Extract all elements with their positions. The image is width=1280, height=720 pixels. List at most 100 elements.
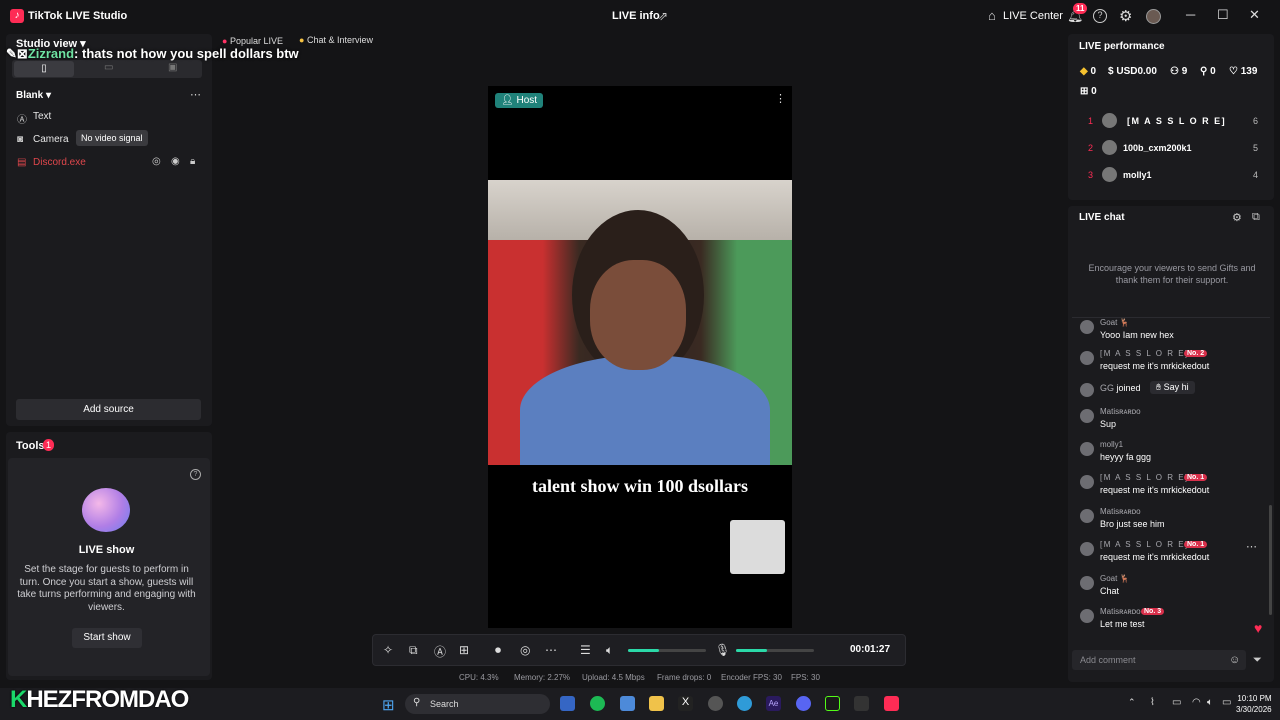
landscape-icon[interactable]: ▭ [104,62,113,73]
add-frame-icon[interactable]: ⊞ [459,643,469,657]
eye-icon[interactable]: ◉ [171,156,180,167]
gear-icon[interactable]: ⚙ [1119,7,1132,25]
diamond-icon: ◆ [1080,66,1088,77]
avatar[interactable] [1102,113,1117,128]
camera-icon: ◙ [17,134,24,145]
chevron-up-icon[interactable]: ⌃ [1128,697,1136,708]
windows-start-icon[interactable]: ⊞ [382,696,395,714]
more-icon[interactable]: ⋯ [1246,540,1257,553]
capcut-icon[interactable] [854,696,869,711]
source-camera[interactable]: Camera [33,134,69,145]
popout-icon[interactable]: ⧉ [1252,211,1260,224]
rank-name[interactable]: [M A S S L O R E] [1127,116,1226,126]
chat-message: request me it's mrkickedout [1100,485,1210,495]
live-center-button[interactable]: LIVE Center [1003,10,1063,22]
rank-name[interactable]: 100b_cxm200k1 [1123,143,1192,153]
chat-interview-pill[interactable]: ● Chat & Interview [299,35,373,45]
rank-name[interactable]: molly1 [1123,170,1152,180]
add-source-button[interactable]: Add source [16,399,201,420]
share-icon[interactable]: ⇗ [658,9,668,23]
after-effects-icon[interactable]: Ae [766,696,781,711]
app-icon[interactable] [560,696,575,711]
help-icon[interactable]: ? [190,469,201,480]
record-icon[interactable]: ⏺ [495,643,501,658]
taskbar-search[interactable] [405,694,550,714]
portrait-icon[interactable]: ▯ [14,61,74,77]
watermark-text: HEZFROMDAO [26,686,189,713]
filter-icon[interactable]: ⏷ [1253,654,1262,667]
github-icon[interactable] [708,696,723,711]
spotify-icon[interactable] [590,696,605,711]
crosshair-icon[interactable]: ◎ [152,156,161,167]
help-icon[interactable]: ? [1093,9,1107,23]
chat-username[interactable]: Goat 🦌 [1100,574,1130,583]
live-info-title[interactable]: LIVE info [612,10,660,22]
live-show-title: LIVE show [78,544,135,556]
diamonds-stat: ◆ 0 [1080,66,1096,77]
network-icon[interactable]: ⌇ [1150,697,1155,708]
chat-username[interactable]: GG [1100,383,1114,393]
say-hi-button[interactable]: ✋︎ Say hi [1150,381,1195,394]
chat-username[interactable]: molly1 [1100,440,1123,449]
avatar[interactable] [1080,509,1094,523]
chat-username[interactable]: [M A S S L O R E] [1100,540,1189,549]
dual-icon[interactable]: ▣ [168,62,177,73]
x-icon[interactable]: X [678,696,693,711]
lock-icon[interactable]: 🔒︎ [190,156,195,167]
avatar[interactable] [1146,9,1161,24]
avatar[interactable] [1080,351,1094,365]
target-icon[interactable]: ◎ [520,643,530,657]
avatar[interactable] [1080,409,1094,423]
scene-dropdown[interactable]: Blank ▾ [16,90,51,101]
start-show-button[interactable]: Start show [72,628,142,648]
discord-icon[interactable] [796,696,811,711]
avatar[interactable] [1080,542,1094,556]
chat-username[interactable]: [M A S S L O R E] [1100,473,1189,482]
volume-icon[interactable]: 🔈︎ [1207,697,1213,708]
host-label: Host [516,95,538,106]
avatar[interactable] [1080,320,1094,334]
chat-username[interactable]: Matisʀᴀʀᴅᴏ [1100,507,1141,516]
anime-sticker-image [730,520,785,574]
maximize-icon[interactable]: ☐ [1217,7,1229,23]
source-discord[interactable]: Discord.exe [33,157,86,168]
ai-icon[interactable]: Ⓐ [434,643,446,660]
close-icon[interactable]: ✕ [1249,7,1260,23]
avatar[interactable] [1102,167,1117,182]
more-icon[interactable]: ⋯ [545,643,557,657]
minimize-icon[interactable]: ─ [1186,7,1195,22]
kick-icon[interactable] [825,696,840,711]
screen-share-icon[interactable]: ⧉ [409,643,418,658]
avatar[interactable] [1080,442,1094,456]
store-icon[interactable] [620,696,635,711]
avatar[interactable] [1080,609,1094,623]
battery-icon[interactable]: ▭ [1222,697,1231,708]
display-icon[interactable]: ▭ [1172,697,1181,708]
folder-icon[interactable] [649,696,664,711]
effects-icon[interactable]: ✧ [383,643,393,657]
avatar[interactable] [1080,475,1094,489]
avatar[interactable] [1080,383,1094,397]
popular-live-pill[interactable]: ● Popular LIVE [222,36,283,46]
chat-username[interactable]: Goat 🦌 [1100,318,1130,327]
more-icon[interactable]: ⋮ [775,92,786,105]
chat-username[interactable]: [M A S S L O R E] [1100,349,1189,358]
scrollbar[interactable] [1269,505,1272,615]
settings-icon[interactable]: ⚙ [1232,211,1242,224]
chat-username[interactable]: Matisʀᴀʀᴅᴏ [1100,607,1141,616]
encoder-fps-stat: Encoder FPS: 30 [721,673,782,682]
emoji-icon[interactable]: ☺ [1229,654,1240,666]
home-icon[interactable]: ⌂ [988,8,996,23]
avatar[interactable] [1080,576,1094,590]
edge-icon[interactable] [737,696,752,711]
more-icon[interactable]: ⋯ [190,88,201,101]
speaker-icon[interactable]: 🔈︎ [606,643,613,658]
system-clock[interactable]: 10:10 PM 3/30/2026 [1236,693,1272,715]
source-text[interactable]: Text [33,111,51,122]
chat-username[interactable]: Matisʀᴀʀᴅᴏ [1100,407,1141,416]
avatar[interactable] [1102,140,1117,155]
settings-sliders-icon[interactable]: ☰ [580,643,591,657]
tiktok-studio-icon[interactable] [884,696,899,711]
wifi-icon[interactable]: ◠ [1192,697,1201,708]
microphone-icon[interactable]: 🎙︎ [715,643,730,657]
